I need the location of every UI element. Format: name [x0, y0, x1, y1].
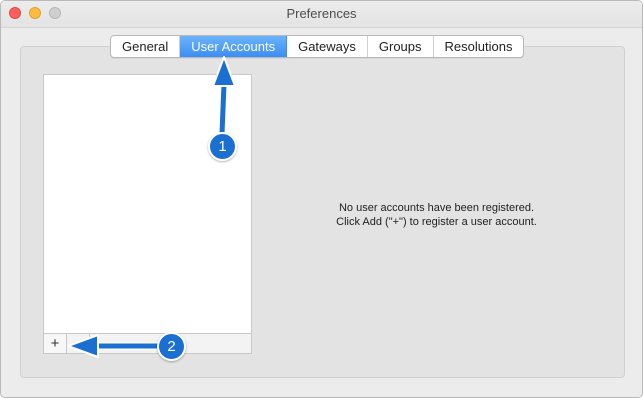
empty-state-message: No user accounts have been registered. C…	[280, 201, 593, 229]
title-bar: Preferences	[1, 1, 642, 28]
tab-gateways[interactable]: Gateways	[287, 36, 368, 57]
add-account-button[interactable]: +	[44, 334, 67, 353]
remove-account-button[interactable]	[67, 334, 90, 353]
tab-resolutions[interactable]: Resolutions	[434, 36, 524, 57]
empty-state-line-2: Click Add ("+") to register a user accou…	[336, 216, 537, 228]
step-badge-2: 2	[157, 332, 186, 361]
tab-user-accounts[interactable]: User Accounts	[180, 36, 288, 57]
tab-groups[interactable]: Groups	[368, 36, 434, 57]
list-footer: +	[43, 333, 252, 354]
empty-state-line-1: No user accounts have been registered.	[338, 202, 535, 214]
step-badge-1: 1	[208, 132, 237, 161]
window-title: Preferences	[286, 6, 357, 21]
tab-general[interactable]: General	[111, 36, 181, 57]
tab-bar: General User Accounts Gateways Groups Re…	[110, 35, 525, 58]
user-accounts-list[interactable]	[43, 74, 252, 334]
